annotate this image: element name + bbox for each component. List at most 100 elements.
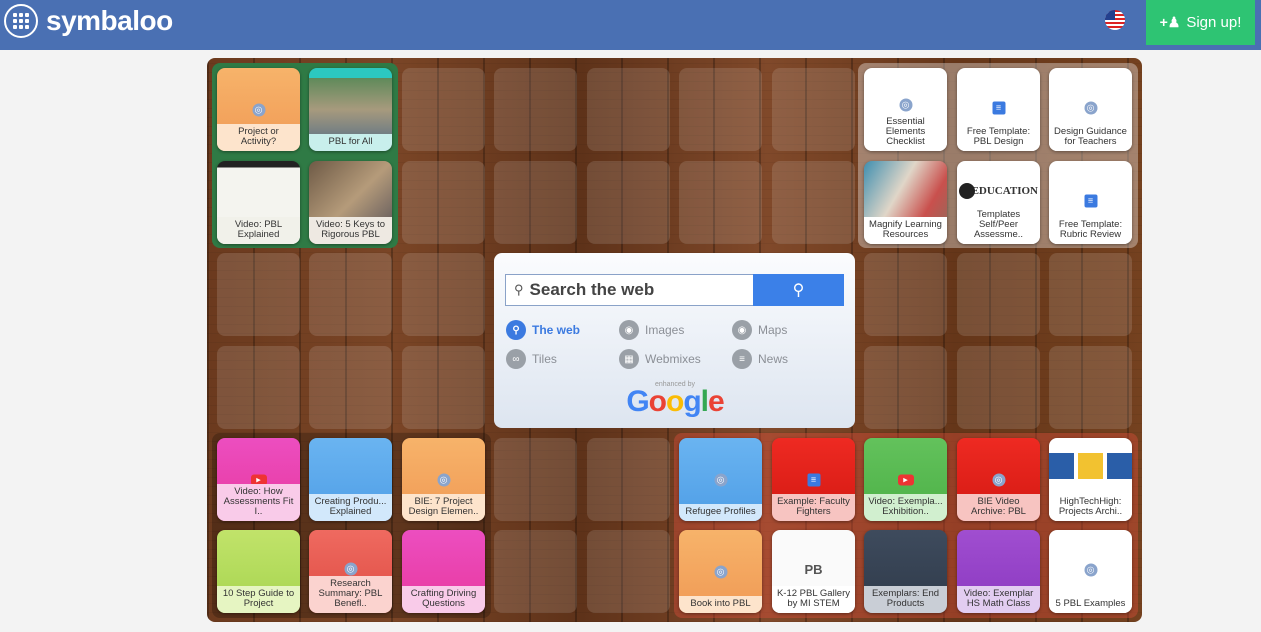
empty-tile[interactable] [587,530,670,613]
empty-tile[interactable] [309,253,392,336]
tile-bie-7-project[interactable]: ◎ BIE: 7 Project Design Elemen.. [402,438,485,521]
tile-label: Creating Produ... Explained [309,494,392,521]
symbaloo-logo[interactable]: symbaloo [4,4,173,38]
tile-templates-self-peer[interactable]: EDUCATION Templates Self/Peer Assessme.. [957,161,1040,244]
tile-example-faculty[interactable]: ≡ Example: Faculty Fighters [772,438,855,521]
globe-icon: ◎ [992,473,1005,486]
tile-exemplars-end[interactable]: Exemplars: End Products [864,530,947,613]
signup-button[interactable]: +♟ Sign up! [1146,0,1255,45]
tile-research-summary[interactable]: ◎ Research Summary: PBL Benefl.. [309,530,392,613]
google-letter: g [683,385,701,418]
empty-tile[interactable] [402,68,485,151]
option-label: News [758,352,789,366]
search-option-web[interactable]: ⚲ The web [506,320,580,340]
tile-label: BIE Video Archive: PBL [957,494,1040,521]
empty-tile[interactable] [772,68,855,151]
search-option-tiles[interactable]: ∞ Tiles [506,349,557,369]
tile-bie-video-archive[interactable]: ◎ BIE Video Archive: PBL [957,438,1040,521]
empty-tile[interactable] [494,68,577,151]
tile-magnify-learning[interactable]: Magnify Learning Resources [864,161,947,244]
tile-label: Research Summary: PBL Benefl.. [309,576,392,613]
tile-label: Video: How Assessments Fit I.. [217,484,300,521]
google-letter: o [665,385,684,418]
tile-label: Magnify Learning Resources [864,217,947,244]
pbl-badge: PB [804,562,823,577]
empty-tile[interactable] [864,346,947,429]
empty-tile[interactable] [402,346,485,429]
empty-tile[interactable] [494,438,577,521]
tile-video-5-keys[interactable]: Video: 5 Keys to Rigorous PBL [309,161,392,244]
tile-pbl-for-all[interactable]: PBL for All [309,68,392,151]
globe-icon: ◎ [252,103,265,116]
empty-tile[interactable] [864,253,947,336]
search-icon: ⚲ [506,320,526,340]
tile-label: Exemplars: End Products [864,586,947,613]
globe-icon: ◎ [714,473,727,486]
us-flag-icon[interactable] [1105,10,1125,30]
option-label: Maps [758,323,788,337]
tile-label: Video: 5 Keys to Rigorous PBL [309,217,392,244]
tile-video-pbl-explained[interactable]: Video: PBL Explained [217,161,300,244]
empty-tile[interactable] [957,253,1040,336]
grid-icon: ▦ [619,349,639,369]
tile-label: 10 Step Guide to Project [217,586,300,613]
globe-icon: ◎ [1084,101,1097,115]
document-icon: ≡ [1084,194,1097,208]
empty-tile[interactable] [494,530,577,613]
tile-label: Video: Exempla... Exhibition.. [864,494,947,521]
tile-five-pbl-examples[interactable]: ◎ 5 PBL Examples [1049,530,1132,613]
tile-free-template-rubric[interactable]: ≡ Free Template: Rubric Review [1049,161,1132,244]
empty-tile[interactable] [679,68,762,151]
tile-k12-pbl-gallery[interactable]: PB K-12 PBL Gallery by MI STEM [772,530,855,613]
empty-tile[interactable] [217,346,300,429]
link-icon: ∞ [506,349,526,369]
seal-icon [959,183,975,199]
tile-design-guidance[interactable]: ◎ Design Guidance for Teachers [1049,68,1132,151]
empty-tile[interactable] [494,161,577,244]
tile-project-or-activity[interactable]: ◎ Project or Activity? [217,68,300,151]
empty-tile[interactable] [957,346,1040,429]
tile-refugee-profiles[interactable]: ◎ Refugee Profiles [679,438,762,521]
tile-book-into-pbl[interactable]: ◎ Book into PBL [679,530,762,613]
menu-icon: ≡ [732,349,752,369]
empty-tile[interactable] [587,161,670,244]
empty-tile[interactable] [772,161,855,244]
tile-label: Example: Faculty Fighters [772,494,855,521]
empty-tile[interactable] [1049,346,1132,429]
google-wordmark: Google [620,385,730,418]
empty-tile[interactable] [402,161,485,244]
search-icon: ⚲ [514,282,524,297]
search-button[interactable]: ⚲ [753,274,844,306]
empty-tile[interactable] [679,161,762,244]
option-label: Images [645,323,685,337]
empty-tile[interactable] [217,253,300,336]
empty-tile[interactable] [309,346,392,429]
tile-label: Crafting Driving Questions [402,586,485,613]
tile-video-exemplar-hs[interactable]: Video: Exemplar HS Math Class [957,530,1040,613]
search-option-news[interactable]: ≡ News [732,349,788,369]
tile-label: Video: Exemplar HS Math Class [957,586,1040,613]
search-input[interactable]: ⚲ Search the web [505,274,754,306]
empty-tile[interactable] [587,438,670,521]
empty-tile[interactable] [587,68,670,151]
tile-hightechhigh[interactable]: HighTechHigh: Projects Archi.. [1049,438,1132,521]
tile-free-template-pbl[interactable]: ≡ Free Template: PBL Design [957,68,1040,151]
tile-video-exemplar-exhibition[interactable]: ▸ Video: Exempla... Exhibition.. [864,438,947,521]
tile-essential-elements[interactable]: ◎ Essential Elements Checklist [864,68,947,151]
tile-creating-products[interactable]: Creating Produ... Explained [309,438,392,521]
empty-tile[interactable] [1049,253,1132,336]
tile-label: K-12 PBL Gallery by MI STEM [772,586,855,613]
tile-label: Free Template: PBL Design [957,124,1040,151]
tile-label: Project or Activity? [217,124,300,151]
tile-crafting-driving[interactable]: Crafting Driving Questions [402,530,485,613]
tile-ten-step-guide[interactable]: 10 Step Guide to Project [217,530,300,613]
search-option-images[interactable]: ◉ Images [619,320,684,340]
empty-tile[interactable] [402,253,485,336]
tile-video-how-assessments[interactable]: ▸ Video: How Assessments Fit I.. [217,438,300,521]
document-icon: ≡ [807,473,820,486]
webmix-board: ◎ Project or Activity? PBL for All Video… [207,58,1142,622]
search-option-maps[interactable]: ◉ Maps [732,320,787,340]
google-letter: o [648,385,667,418]
apps-grid-icon[interactable] [4,4,38,38]
search-option-webmixes[interactable]: ▦ Webmixes [619,349,701,369]
